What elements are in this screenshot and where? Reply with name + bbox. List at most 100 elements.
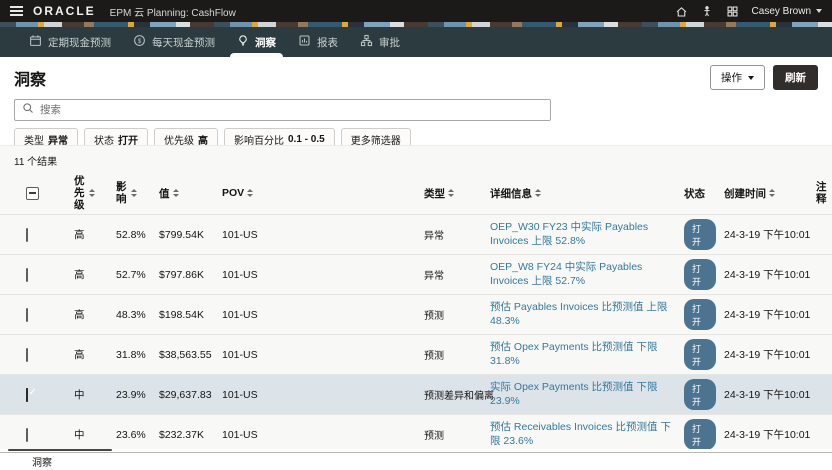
sort-icon[interactable] [247, 189, 253, 197]
sort-icon[interactable] [89, 189, 95, 197]
pov-cell: 101-US [218, 425, 420, 445]
sort-icon[interactable] [535, 189, 541, 197]
sort-icon[interactable] [131, 189, 137, 197]
report-icon [298, 34, 311, 50]
notes-cell [812, 231, 832, 239]
svg-text:$: $ [138, 38, 142, 45]
search-icon [22, 101, 34, 119]
filter-chip-value: 0.1 - 0.5 [288, 134, 325, 145]
detail-link[interactable]: OEP_W8 FY24 中实际 Payables Invoices 上限 52.… [490, 261, 642, 286]
top-bar: ORACLE EPM 云 Planning: CashFlow Casey Br… [0, 0, 832, 22]
table-row[interactable]: 高 31.8% $38,563.55 101-US 预测 预估 Opex Pay… [0, 334, 832, 374]
detail-link[interactable]: 预估 Payables Invoices 比预测值 上限 48.3% [490, 301, 667, 326]
detail-link[interactable]: 预估 Opex Payments 比预测值 下限 31.8% [490, 341, 657, 366]
row-checkbox[interactable] [26, 228, 28, 242]
header-details[interactable]: 详细信息 [486, 186, 680, 201]
chevron-down-icon [816, 9, 822, 13]
type-cell: 预测 [420, 303, 486, 326]
impact-cell: 48.3% [112, 305, 155, 325]
sort-icon[interactable] [173, 189, 179, 197]
notes-cell [812, 391, 832, 399]
footer-label: 洞察 [32, 454, 52, 469]
tab-label: 每天现金预测 [152, 35, 215, 50]
sort-icon[interactable] [448, 189, 454, 197]
table-row[interactable]: 中 23.9% $29,637.83 101-US 预测差异和偏离 实际 Ope… [0, 374, 832, 414]
tab-reports[interactable]: 报表 [287, 27, 349, 57]
nav-bar: 定期现金预测 $ 每天现金预测 洞察 报表 审批 [0, 27, 832, 57]
detail-link[interactable]: 实际 Opex Payments 比预测值 下限 23.9% [490, 381, 657, 406]
notes-cell [812, 271, 832, 279]
table-row[interactable]: 高 52.8% $799.54K 101-US 异常 OEP_W30 FY23 … [0, 214, 832, 254]
impact-cell: 23.9% [112, 385, 155, 405]
impact-cell: 31.8% [112, 345, 155, 365]
priority-cell: 高 [70, 303, 112, 326]
menu-icon[interactable] [10, 6, 23, 16]
value-cell: $198.54K [155, 305, 218, 325]
refresh-button[interactable]: 刷新 [773, 65, 818, 90]
search-input[interactable] [40, 104, 543, 116]
accessibility-icon[interactable] [701, 5, 713, 18]
created-cell: 24-3-19 下午10:01 [720, 423, 812, 446]
detail-link[interactable]: 预估 Receivables Invoices 比预测值 下限 23.6% [490, 421, 671, 446]
tab-daily-cash-forecast[interactable]: $ 每天现金预测 [122, 27, 226, 57]
status-badge: 打开 [684, 299, 716, 330]
type-cell: 预测 [420, 423, 486, 446]
home-icon[interactable] [675, 5, 688, 18]
tab-insights[interactable]: 洞察 [226, 27, 287, 57]
tab-approvals[interactable]: 审批 [349, 27, 411, 57]
search-box[interactable] [14, 99, 551, 121]
header-priority[interactable]: 优先级 [70, 175, 112, 211]
approvals-hierarchy-icon [360, 34, 373, 50]
user-menu[interactable]: Casey Brown [752, 6, 822, 17]
header-pov[interactable]: POV [218, 187, 420, 199]
created-cell: 24-3-19 下午10:01 [720, 343, 812, 366]
status-badge: 打开 [684, 379, 716, 410]
sort-icon[interactable] [769, 189, 775, 197]
priority-cell: 中 [70, 383, 112, 406]
value-cell: $797.86K [155, 265, 218, 285]
value-cell: $38,563.55 [155, 345, 218, 365]
row-checkbox[interactable] [26, 268, 28, 282]
impact-cell: 52.7% [112, 265, 155, 285]
notes-cell [812, 311, 832, 319]
pov-cell: 101-US [218, 385, 420, 405]
calendar-icon [29, 34, 42, 50]
priority-cell: 高 [70, 263, 112, 286]
chevron-down-icon [748, 76, 754, 80]
created-cell: 24-3-19 下午10:01 [720, 223, 812, 246]
actions-button-label: 操作 [721, 70, 742, 85]
actions-button[interactable]: 操作 [710, 65, 765, 90]
tab-label: 报表 [317, 35, 338, 50]
table-row[interactable]: 高 52.7% $797.86K 101-US 异常 OEP_W8 FY24 中… [0, 254, 832, 294]
row-checkbox[interactable] [26, 428, 28, 442]
tab-label: 洞察 [255, 35, 276, 50]
horizontal-scrollbar[interactable] [8, 449, 112, 452]
priority-cell: 中 [70, 423, 112, 446]
header-status: 状态 [680, 186, 720, 201]
row-checkbox[interactable] [26, 388, 28, 402]
apps-grid-icon[interactable] [726, 5, 739, 18]
tab-periodic-cash-forecast[interactable]: 定期现金预测 [18, 27, 122, 57]
table-row[interactable]: 中 23.6% $232.37K 101-US 预测 预估 Receivable… [0, 414, 832, 449]
detail-link[interactable]: OEP_W30 FY23 中实际 Payables Invoices 上限 52… [490, 221, 648, 246]
tab-label: 审批 [379, 35, 400, 50]
insights-table: 11 个结果 优先级 影响 值 POV 类型 详细信息 状态 创建时间 注释 高… [0, 145, 832, 449]
impact-cell: 23.6% [112, 425, 155, 445]
header-impact[interactable]: 影响 [112, 181, 155, 205]
row-checkbox[interactable] [26, 348, 28, 362]
row-checkbox[interactable] [26, 308, 28, 322]
value-cell: $232.37K [155, 425, 218, 445]
header-created[interactable]: 创建时间 [720, 186, 812, 201]
value-cell: $799.54K [155, 225, 218, 245]
header-value[interactable]: 值 [155, 186, 218, 201]
page-title: 洞察 [14, 66, 46, 90]
table-row[interactable]: 高 48.3% $198.54K 101-US 预测 预估 Payables I… [0, 294, 832, 334]
table-header-row: 优先级 影响 值 POV 类型 详细信息 状态 创建时间 注释 [0, 172, 832, 214]
type-cell: 预测差异和偏离 [420, 383, 486, 406]
select-all-checkbox[interactable] [26, 187, 39, 200]
table-body: 高 52.8% $799.54K 101-US 异常 OEP_W30 FY23 … [0, 214, 832, 449]
dollar-circle-icon: $ [133, 34, 146, 50]
header-type[interactable]: 类型 [420, 186, 486, 201]
type-cell: 异常 [420, 223, 486, 246]
result-count: 11 个结果 [0, 146, 832, 172]
